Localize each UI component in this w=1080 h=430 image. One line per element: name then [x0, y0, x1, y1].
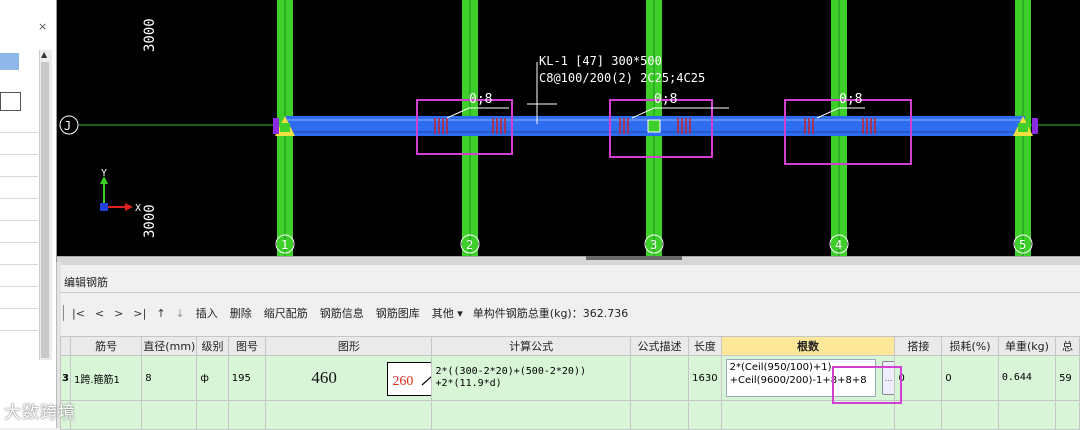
beam-annotation-line-1: KL-1 [47] 300*500: [539, 54, 662, 68]
move-down-button[interactable]: ↓: [171, 307, 190, 320]
axis-label-2: 2: [466, 238, 473, 252]
selected-property-row[interactable]: [0, 53, 19, 70]
edit-rebar-title: 编辑钢筋: [64, 276, 108, 289]
stirrup-tag-2: 0;8: [654, 92, 677, 107]
column-header-roots[interactable]: 根数: [720, 336, 896, 356]
property-row-divider: [0, 264, 38, 265]
formula-cell[interactable]: 2*((300-2*20)+(500-2*20)) +2*(11.9*d): [431, 355, 631, 401]
dimension-top: 3000: [142, 18, 158, 52]
column-header[interactable]: 直径(mm): [141, 336, 198, 356]
axis-label-3: 3: [650, 238, 657, 252]
unit-weight-cell[interactable]: 0.644: [997, 355, 1057, 401]
column-header[interactable]: 筋号: [69, 336, 143, 356]
scrollbar-thumb[interactable]: [41, 62, 49, 358]
row-index-header: [60, 336, 71, 356]
property-row-divider: [0, 286, 38, 287]
property-row-divider: [0, 154, 38, 155]
stirrup-shape-icon: 260: [387, 362, 431, 396]
shape-dimension-1[interactable]: 460: [311, 368, 337, 388]
close-icon[interactable]: ×: [38, 20, 47, 33]
total-weight-cell[interactable]: 59: [1055, 355, 1080, 401]
total-weight-label: 单构件钢筋总重(kg)：362.736: [472, 307, 629, 320]
highlight-box-roots: [832, 366, 902, 404]
delete-button[interactable]: 删除: [224, 305, 258, 321]
insert-button[interactable]: 插入: [190, 305, 224, 321]
property-row-divider: [0, 330, 38, 331]
formula-line-2: +2*(11.9*d): [435, 378, 502, 389]
ucs-icon: [100, 176, 133, 211]
property-row-divider: [0, 308, 38, 309]
shape-cell[interactable]: 460 260: [265, 355, 433, 401]
property-row-divider: [0, 132, 38, 133]
column-header[interactable]: 图号: [227, 336, 267, 356]
property-row-divider: [0, 242, 38, 243]
column-header[interactable]: 搭接: [894, 336, 943, 356]
column-header[interactable]: 图形: [265, 336, 433, 356]
dimension-bottom: 3000: [142, 204, 158, 238]
previous-record-button[interactable]: <: [90, 307, 109, 320]
table-row-empty[interactable]: [60, 400, 1080, 430]
scroll-up-icon[interactable]: ▲: [41, 50, 47, 59]
length-cell[interactable]: 1630: [688, 355, 722, 401]
axis-label-j: J: [64, 119, 71, 133]
divider: [60, 292, 1080, 293]
diameter-cell[interactable]: 8: [141, 355, 198, 401]
move-up-button[interactable]: ↑: [151, 307, 170, 320]
column-header[interactable]: 损耗(%): [941, 336, 999, 356]
stirrup-tag-3: 0;8: [839, 92, 862, 107]
column-header[interactable]: 计算公式: [431, 336, 631, 356]
column-header[interactable]: 单重(kg): [997, 336, 1057, 356]
other-menu-button[interactable]: 其他 ▾: [426, 305, 469, 321]
axis-label-1: 1: [281, 238, 288, 252]
toolbar-grip: [63, 305, 64, 321]
splitter-handle[interactable]: [586, 256, 682, 260]
column-header[interactable]: 级别: [196, 336, 229, 356]
next-record-button[interactable]: >: [109, 307, 128, 320]
stirrup-tag-1: 0;8: [469, 92, 492, 107]
column-header[interactable]: 总: [1055, 336, 1080, 356]
rebar-grid: 筋号 直径(mm) 级别 图号 图形 计算公式 公式描述 长度 根数 搭接 损耗…: [60, 336, 1080, 430]
bar-no-cell[interactable]: 1跨.箍筋1: [69, 355, 143, 401]
grid-header: 筋号 直径(mm) 级别 图号 图形 计算公式 公式描述 长度 根数 搭接 损耗…: [60, 336, 1080, 356]
cad-canvas[interactable]: 0;8 0;8 0;8 KL-1 [47] 300*500 C8@100/200…: [57, 0, 1080, 256]
property-row-divider: [0, 176, 38, 177]
selection-grip[interactable]: [647, 119, 661, 133]
property-row-divider: [0, 198, 38, 199]
panel-splitter[interactable]: [57, 256, 1080, 265]
grade-cell[interactable]: ф: [196, 355, 229, 401]
row-index: 3: [60, 355, 71, 401]
beam-annotation-line-2: C8@100/200(2) 2C25;4C25: [539, 71, 705, 85]
axis-x-label: X: [135, 203, 141, 214]
formula-desc-cell[interactable]: [629, 355, 690, 401]
rebar-info-button[interactable]: 钢筋信息: [314, 305, 370, 321]
axis-y-label: Y: [101, 168, 107, 179]
property-input[interactable]: [0, 92, 21, 111]
rebar-toolbar: |< < > >| ↑ ↓ 插入 删除 缩尺配筋 钢筋信息 钢筋图库 其他 ▾ …: [60, 300, 1080, 326]
column-header[interactable]: 长度: [688, 336, 722, 356]
axis-label-5: 5: [1019, 238, 1026, 252]
rebar-library-button[interactable]: 钢筋图库: [370, 305, 426, 321]
formula-line-1: 2*((300-2*20)+(500-2*20)): [435, 366, 586, 377]
table-row[interactable]: 3 1跨.箍筋1 8 ф 195 460 260 2*((300-2*20)+(…: [60, 355, 1080, 401]
first-record-button[interactable]: |<: [67, 307, 90, 320]
last-record-button[interactable]: >|: [128, 307, 151, 320]
shape-no-cell[interactable]: 195: [227, 355, 267, 401]
axis-label-4: 4: [835, 238, 842, 252]
watermark-text: 大数跨境: [4, 403, 76, 423]
loss-cell[interactable]: 0: [941, 355, 999, 401]
column-header[interactable]: 公式描述: [629, 336, 690, 356]
scale-rebar-button[interactable]: 缩尺配筋: [258, 305, 314, 321]
property-row-divider: [0, 220, 38, 221]
